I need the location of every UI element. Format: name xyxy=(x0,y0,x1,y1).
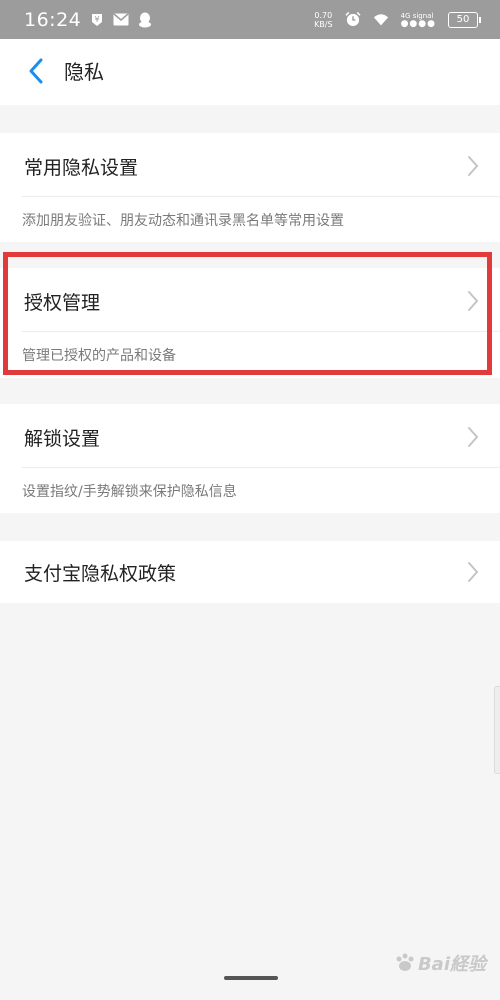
divider xyxy=(22,467,500,468)
divider xyxy=(22,331,500,332)
authorization-management-desc: 管理已授权的产品和设备 xyxy=(22,348,176,364)
status-right: 0.70 KB/S 4G signal ●●●● 50 xyxy=(314,0,481,39)
net-speed: 0.70 KB/S xyxy=(314,11,333,29)
svg-text:¥: ¥ xyxy=(95,15,100,24)
net-speed-unit: KB/S xyxy=(314,19,333,29)
common-privacy-settings-title: 常用隐私设置 xyxy=(24,157,139,179)
unlock-settings-item[interactable]: 解锁设置 设置指纹/手势解锁来保护隐私信息 xyxy=(0,404,500,513)
chevron-right-icon xyxy=(468,562,479,582)
unlock-settings-desc: 设置指纹/手势解锁来保护隐私信息 xyxy=(22,484,237,500)
chevron-right-icon xyxy=(468,156,479,176)
page-title: 隐私 xyxy=(64,60,104,84)
yen-icon: ¥ xyxy=(89,12,105,28)
chevron-left-icon xyxy=(29,58,43,84)
qq-icon xyxy=(137,12,153,28)
status-time: 16:24 xyxy=(24,8,82,31)
chevron-right-icon xyxy=(468,427,479,447)
status-bar: 16:24 ¥ 0.70 KB/S 4G signal ●●●● 50 xyxy=(0,0,500,39)
common-privacy-settings-desc: 添加朋友验证、朋友动态和通讯录黑名单等常用设置 xyxy=(22,213,344,229)
battery-indicator: 50 xyxy=(448,11,481,28)
back-button[interactable] xyxy=(18,53,54,89)
authorization-management-title: 授权管理 xyxy=(24,292,101,314)
privacy-policy-item[interactable]: 支付宝隐私权政策 xyxy=(0,541,500,603)
paw-icon xyxy=(396,953,414,971)
common-privacy-settings-item[interactable]: 常用隐私设置 添加朋友验证、朋友动态和通讯录黑名单等常用设置 xyxy=(0,133,500,242)
watermark: Bai経验 xyxy=(394,950,486,976)
unlock-settings-title: 解锁设置 xyxy=(24,428,101,450)
net-speed-value: 0.70 xyxy=(314,10,333,20)
divider xyxy=(22,196,500,197)
side-scroll-handle[interactable] xyxy=(494,686,500,774)
watermark-text: Bai経验 xyxy=(417,954,486,975)
wifi-icon xyxy=(373,12,389,28)
chevron-right-icon xyxy=(468,291,479,311)
signal-dots-icon: ●●●● xyxy=(400,18,436,29)
cellular-signal: 4G signal ●●●● xyxy=(400,12,436,29)
top-nav-bar: 隐私 xyxy=(0,39,500,105)
home-indicator[interactable] xyxy=(224,976,278,980)
privacy-policy-title: 支付宝隐私权政策 xyxy=(24,563,177,585)
status-left: 16:24 ¥ xyxy=(24,0,153,39)
authorization-management-item[interactable]: 授权管理 管理已授权的产品和设备 xyxy=(0,268,500,378)
mail-icon xyxy=(113,12,129,28)
alarm-icon xyxy=(344,11,361,28)
